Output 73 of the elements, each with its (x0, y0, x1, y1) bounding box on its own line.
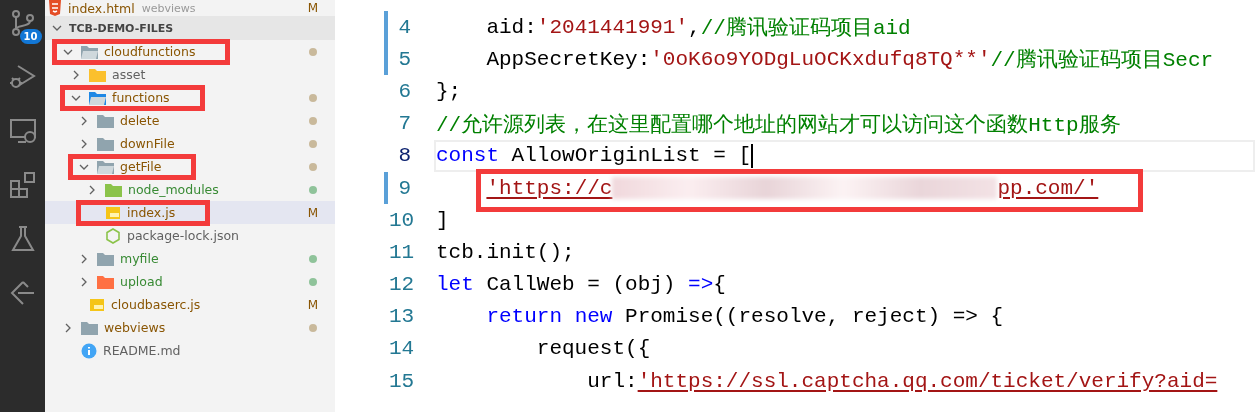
code-line: tcb.init(); (435, 239, 576, 266)
line-number: 8 (397, 144, 411, 168)
section-header[interactable]: TCB-DEMO-FILES (45, 16, 335, 40)
line-number: 10 (389, 208, 411, 232)
folder-icon (97, 136, 114, 151)
git-status-letter: M (307, 297, 318, 312)
tree-item[interactable]: downFile (45, 132, 335, 155)
file-name: functions (112, 90, 170, 105)
line-number: 7 (397, 112, 411, 136)
line-number: 12 (389, 273, 411, 297)
file-name: getFile (120, 159, 162, 174)
code-line: aid:'2041441991',//腾讯验证码项目aid (485, 14, 912, 43)
line-number: 15 (389, 369, 411, 393)
line-number: 9 (397, 176, 411, 200)
tree-item[interactable]: index.js M (45, 201, 335, 224)
tree-item[interactable]: README.md (45, 339, 335, 362)
file-name: upload (120, 274, 163, 289)
file-name: cloudbaserc.js (111, 297, 201, 312)
code-line: }; (435, 78, 463, 105)
code-line: ] (435, 207, 450, 234)
line-number: 11 (389, 240, 411, 264)
file-name: downFile (120, 136, 175, 151)
code-line: 'https://c pp.com/' (434, 171, 1255, 205)
folder-hint: webviews (141, 1, 196, 15)
tree-item[interactable]: delete (45, 109, 335, 132)
code-line: url:'https://ssl.captcha.qq.com/ticket/verify?aid= (586, 368, 1219, 395)
file-name: webviews (104, 320, 166, 335)
folder-icon (89, 67, 106, 82)
tree-item[interactable]: functions (45, 86, 335, 109)
tree-item[interactable]: upload (45, 270, 335, 293)
hexagon-icon (105, 227, 121, 244)
file-name: cloudfunctions (104, 44, 196, 59)
open-folder-icon (89, 90, 106, 105)
code-line: //允许源列表，在这里配置哪个地址的网站才可以访问这个函数Http服务 (435, 112, 1122, 139)
line-number: 5 (397, 47, 411, 71)
open-folder-icon (97, 159, 114, 174)
folder-icon (81, 320, 98, 335)
notification-badge: 10 (19, 29, 42, 44)
text-cursor (751, 143, 754, 168)
code-line: let CallWeb = (obj) =>{ (435, 272, 727, 299)
open-folder-icon (81, 44, 98, 59)
git-status-letter: M (307, 205, 318, 220)
info-icon (81, 342, 97, 359)
folder-icon (97, 251, 114, 266)
git-status-letter: M (307, 1, 318, 15)
line-number: 13 (389, 305, 411, 329)
file-name: README.md (103, 343, 181, 358)
tree-item[interactable]: package-lock.json (45, 224, 335, 247)
js-file-icon (89, 297, 105, 312)
code-line: AppSecretKey:'0oK6o9YODgLuOCKxdufq8TQ**'//腾讯验证码项目Secr (485, 46, 1215, 75)
tree-item[interactable]: cloudfunctions (45, 40, 335, 63)
code-line: request({ (535, 336, 652, 363)
tree-item[interactable]: asset (45, 63, 335, 86)
file-name: asset (112, 67, 146, 82)
file-name: delete (120, 113, 160, 128)
file-name: node_modules (128, 182, 219, 197)
tree-item[interactable]: myfile (45, 247, 335, 270)
tree-item[interactable]: webviews (45, 316, 335, 339)
tree-item[interactable]: node_modules (45, 178, 335, 201)
tree-item[interactable]: getFile (45, 155, 335, 178)
folder-icon (97, 113, 114, 128)
folder-icon (97, 274, 114, 289)
file-name: package-lock.json (127, 228, 240, 243)
folder-icon (105, 182, 122, 197)
file-name: myfile (120, 251, 159, 266)
file-name: index.js (127, 205, 176, 220)
line-number: 14 (389, 337, 411, 361)
line-number: 6 (397, 79, 411, 103)
tree-item[interactable]: cloudbaserc.js M (45, 293, 335, 316)
file-name[interactable]: index.html (68, 0, 135, 16)
code-line: return new Promise((resolve, reject) => { (485, 304, 1005, 331)
line-number: 4 (397, 15, 411, 39)
js-file-icon (105, 205, 121, 220)
